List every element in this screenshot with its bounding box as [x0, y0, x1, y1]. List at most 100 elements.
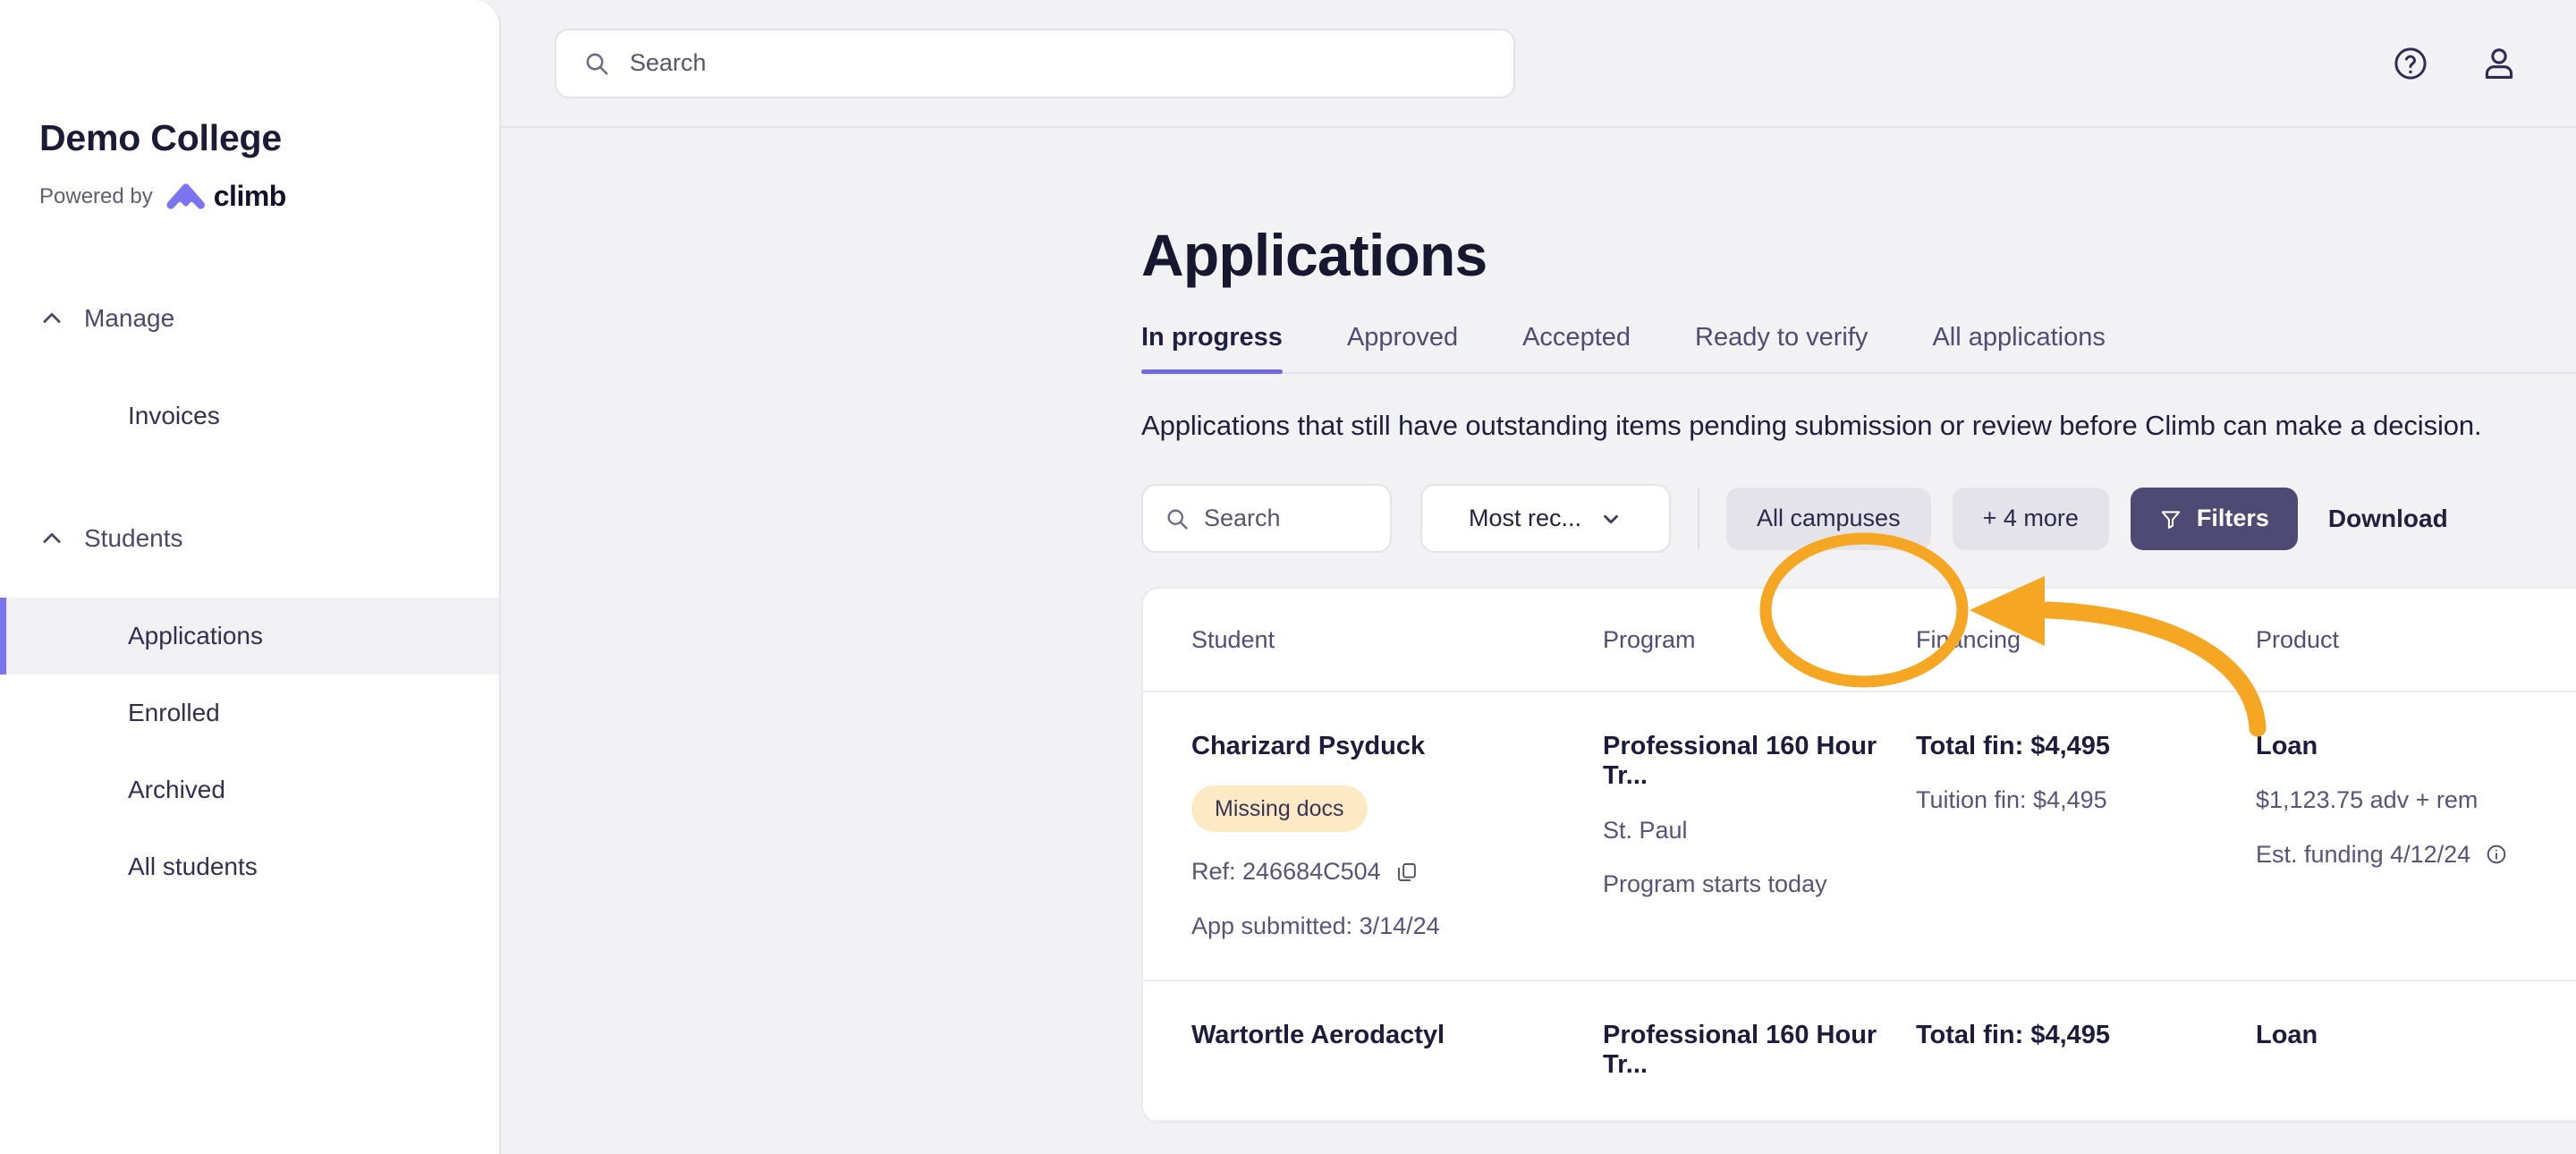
- main-region: Search Applications In progress Approved: [499, 0, 2576, 1154]
- brand-title: Demo College: [39, 117, 282, 158]
- global-search-placeholder: Search: [630, 49, 707, 76]
- sidebar-group-manage[interactable]: Manage: [0, 284, 499, 352]
- sidebar-item-invoices[interactable]: Invoices: [0, 378, 499, 454]
- help-circle-icon[interactable]: [2392, 45, 2429, 82]
- table-search-input[interactable]: Search: [1141, 484, 1392, 553]
- cell-product: Loan: [2256, 1021, 2576, 1050]
- sidebar-item-label-archived: Archived: [128, 776, 225, 804]
- search-icon: [1167, 509, 1188, 530]
- application-window: Demo College Powered by climb Manage Inv…: [0, 0, 2576, 1154]
- tab-ready-to-verify[interactable]: Ready to verify: [1695, 323, 1868, 372]
- sidebar-item-enrolled[interactable]: Enrolled: [0, 675, 499, 751]
- financing-total: Total fin: $4,495: [1916, 1021, 2111, 1050]
- chevron-down-icon: [1604, 514, 1618, 523]
- toolbar-divider: [1698, 488, 1699, 549]
- tab-all-applications[interactable]: All applications: [1932, 323, 2105, 372]
- tab-label: Approved: [1346, 323, 1459, 352]
- applications-table: Student Program Financing Product Chariz…: [1141, 587, 2576, 1124]
- tab-in-progress[interactable]: In progress: [1141, 323, 1283, 374]
- sidebar-item-label-applications: Applications: [128, 622, 263, 650]
- cell-financing: Total fin: $4,495: [1916, 1021, 2256, 1050]
- column-header-financing: Financing: [1916, 625, 2021, 653]
- program-name: Professional 160 Hour Tr...: [1603, 1021, 1877, 1080]
- chip-label: All campuses: [1757, 505, 1901, 531]
- sidebar-item-label-enrolled: Enrolled: [128, 699, 220, 727]
- powered-by-row: Powered by climb: [39, 180, 499, 213]
- sidebar-item-archived[interactable]: Archived: [0, 751, 499, 828]
- student-name: Charizard Psyduck: [1191, 732, 1426, 760]
- student-app-submitted: App submitted: 3/14/24: [1191, 912, 1440, 939]
- student-reference-text: Ref: 246684C504: [1191, 858, 1381, 886]
- product-funding-text: Est. funding 4/12/24: [2256, 840, 2471, 868]
- financing-tuition: Tuition fin: $4,495: [1916, 786, 2107, 814]
- table-row[interactable]: Wartortle Aerodactyl Professional 160 Ho…: [1143, 981, 2576, 1122]
- sidebar-item-all-students[interactable]: All students: [0, 828, 499, 905]
- copy-icon[interactable]: [1395, 861, 1419, 884]
- chip-label: + 4 more: [1982, 505, 2079, 531]
- user-account-icon[interactable]: [2479, 44, 2519, 83]
- sidebar-group-students[interactable]: Students: [0, 505, 499, 573]
- product-funding: Est. funding 4/12/24: [2256, 840, 2576, 869]
- column-header-student: Student: [1191, 625, 1275, 653]
- page-title: Applications: [1141, 222, 1487, 288]
- product-type: Loan: [2256, 1021, 2318, 1050]
- climb-mountain-icon: [166, 182, 205, 209]
- sidebar-group-label-students: Students: [84, 524, 183, 553]
- filters-button[interactable]: Filters: [2130, 487, 2298, 550]
- student-name: Wartortle Aerodactyl: [1191, 1021, 1445, 1050]
- topbar-actions: [2392, 44, 2519, 83]
- cell-program: Professional 160 Hour Tr...: [1603, 1021, 1916, 1081]
- section-description: Applications that still have outstanding…: [1141, 410, 2482, 441]
- table-toolbar: Search Most rec... All campuses + 4 more…: [1141, 484, 2576, 553]
- page-content: Applications In progress Approved Accept…: [499, 221, 2576, 1124]
- tab-bar: In progress Approved Accepted Ready to v…: [1141, 323, 2576, 374]
- search-icon: [586, 53, 608, 74]
- chevron-up-icon: [43, 533, 61, 543]
- status-badge: Missing docs: [1191, 785, 1368, 833]
- sidebar-item-label-invoices: Invoices: [128, 402, 220, 430]
- financing-total: Total fin: $4,495: [1916, 732, 2111, 760]
- tab-approved[interactable]: Approved: [1347, 323, 1458, 372]
- program-name: Professional 160 Hour Tr...: [1603, 732, 1877, 791]
- climb-logo: climb: [165, 180, 286, 213]
- tab-label: All applications: [1932, 323, 2106, 352]
- global-search-input[interactable]: Search: [555, 28, 1515, 98]
- climb-wordmark: climb: [213, 180, 287, 213]
- info-circle-icon[interactable]: [2485, 843, 2508, 866]
- student-reference: Ref: 246684C504: [1191, 857, 1603, 886]
- cell-student: Wartortle Aerodactyl: [1191, 1021, 1603, 1050]
- tab-label: Ready to verify: [1695, 323, 1868, 352]
- program-campus: St. Paul: [1603, 816, 1688, 844]
- download-button[interactable]: Download: [2325, 490, 2452, 547]
- column-header-product: Product: [2256, 625, 2340, 653]
- table-search-placeholder: Search: [1204, 505, 1281, 531]
- sidebar-item-label-all-students: All students: [128, 853, 258, 881]
- sidebar: Demo College Powered by climb Manage Inv…: [0, 0, 499, 1154]
- table-row[interactable]: Charizard Psyduck Missing docs Ref: 2466…: [1143, 692, 2576, 982]
- product-amount: $1,123.75 adv + rem: [2256, 786, 2479, 814]
- sidebar-item-applications[interactable]: Applications: [0, 598, 499, 675]
- tab-accepted[interactable]: Accepted: [1522, 323, 1631, 372]
- sort-select[interactable]: Most rec...: [1420, 484, 1671, 553]
- chip-all-campuses[interactable]: All campuses: [1726, 487, 1931, 550]
- topbar: Search: [499, 0, 2576, 128]
- program-start: Program starts today: [1603, 870, 1827, 898]
- tab-label: Accepted: [1522, 323, 1631, 352]
- chevron-up-icon: [43, 313, 61, 323]
- powered-by-label: Powered by: [39, 183, 153, 208]
- table-header-row: Student Program Financing Product: [1143, 589, 2576, 692]
- filters-button-label: Filters: [2196, 505, 2269, 531]
- product-type: Loan: [2256, 732, 2318, 760]
- download-button-label: Download: [2327, 504, 2448, 532]
- chip-more-filters[interactable]: + 4 more: [1952, 487, 2109, 550]
- sort-select-value: Most rec...: [1468, 505, 1582, 531]
- sidebar-navigation: Manage Invoices Students Applications En…: [0, 284, 499, 905]
